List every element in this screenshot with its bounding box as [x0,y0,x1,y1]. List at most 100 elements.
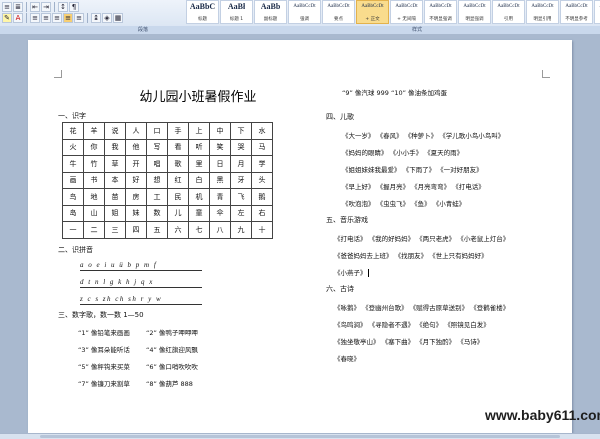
section-heading-pinyin: 二、识拼音 [58,246,93,254]
grid-cell: 写 [146,138,168,156]
grid-cell: 口 [146,122,168,140]
grid-cell: 白 [188,171,210,189]
line-spacing-icon[interactable]: ↨ [91,13,101,23]
bullets-icon[interactable]: ≡ [2,2,12,12]
character-grid: 花羊说人口手上中下水火你我他写看听笑哭马牛竹草开唱歌里日月学画书本好想红白黑牙头… [62,122,273,239]
grid-cell: 红 [167,171,189,189]
toolbar-row-bottom: ✎ A ≡ ≡ ≡ ≡ ≡ ↨ ◈ ▦ [2,13,123,24]
style-tile[interactable]: AaBbC 标题 [186,0,219,24]
highlight-icon[interactable]: ✎ [2,13,12,23]
font-color-icon[interactable]: A [13,13,23,23]
increase-indent-icon[interactable]: ⇥ [41,2,51,12]
grid-cell: 青 [209,188,231,206]
grid-cell: 民 [167,188,189,206]
style-tile[interactable]: AaBbCcDt 引用 [492,0,525,24]
section-heading-characters: 一、识字 [58,112,86,120]
poem-line: 《鸟鸣涧》 《寻隐者不遇》 《绝句》 《照镜见白发》 [334,321,490,329]
poem-line: 《咏鹅》 《登幽州台歌》 《赋得古原草送别》 《登鹳雀楼》 [334,304,510,312]
style-name: 副标题 [263,17,278,22]
style-tile[interactable]: AaBbCcDt 明显强调 [458,0,491,24]
style-tile[interactable]: AaBbCcDt 不明显参考 [560,0,593,24]
style-sample: AaBbCcDt [395,4,418,9]
style-tile[interactable]: AaBbCcDt明显参考 [594,0,600,24]
style-name: + 无间隔 [397,17,416,22]
grid-cell: 四 [125,221,147,239]
grid-row: 画书本好想红白黑牙头 [62,171,273,189]
grid-cell: 房 [125,188,147,206]
style-tile[interactable]: AaBbCcDt 要点 [322,0,355,24]
styles-gallery: AaBbC 标题 AaBł 标题 1 AaBb 副标题 AaBbCcDt 强调 AaBbCcDt… [186,0,600,26]
document-workspace[interactable]: 幼儿园小班暑假作业 一、识字 花羊说人口手上中下水火你我他写看听笑哭马牛竹草开唱… [0,35,600,433]
document-page[interactable]: 幼儿园小班暑假作业 一、识字 花羊说人口手上中下水火你我他写看听笑哭马牛竹草开唱… [28,40,572,433]
grid-cell: 画 [62,171,84,189]
grid-cell: 七 [188,221,210,239]
align-center-icon[interactable]: ≡ [41,13,51,23]
grid-cell: 二 [83,221,105,239]
grid-cell: 说 [104,122,126,140]
show-marks-icon[interactable]: ¶ [69,2,79,12]
grid-cell: 机 [188,188,210,206]
style-tile[interactable]: AaBbCcDt 不明显强调 [424,0,457,24]
grid-cell: 一 [62,221,84,239]
song-list-line: 《妈妈的眼睛》 《小小手》 《夏天的雨》 [342,149,464,157]
grid-cell: 笑 [209,138,231,156]
style-tile[interactable]: AaBbCcDt 明显引用 [526,0,559,24]
style-tile[interactable]: AaBbCcDt 强调 [288,0,321,24]
sort-icon[interactable]: ↕ [58,2,68,12]
grid-cell: 数 [146,204,168,222]
watermark-text: www.baby611.com [485,407,600,423]
grid-cell: 八 [209,221,231,239]
distribute-icon[interactable]: ≡ [74,13,84,23]
grid-cell: 牛 [62,155,84,173]
grid-cell: 十 [251,221,273,239]
grid-cell: 鹅 [251,188,273,206]
style-sample: AaBbCcDt [463,4,486,9]
grid-cell: 下 [230,122,252,140]
crop-mark-top-left [54,70,62,78]
grid-cell: 唱 [146,155,168,173]
grid-cell: 三 [104,221,126,239]
style-sample: AaBbCcDt [361,4,384,9]
grid-cell: 九 [230,221,252,239]
grid-cell: 里 [188,155,210,173]
decrease-indent-icon[interactable]: ⇤ [30,2,40,12]
grid-cell: 我 [104,138,126,156]
style-tile[interactable]: AaBbCcDt + 正文 [356,0,389,24]
numbering-icon[interactable]: ≣ [13,2,23,12]
grid-cell: 儿 [167,204,189,222]
ribbon-group-labels: 段落 样式 [0,26,600,34]
number-song-continued: “9” 像汽球 999 “10” 像油条加鸡蛋 [342,89,448,97]
justify-icon[interactable]: ≡ [63,13,73,23]
grid-cell: 月 [230,155,252,173]
grid-cell: 歌 [167,155,189,173]
grid-cell: 童 [188,204,210,222]
paragraph-group-label: 段落 [138,27,149,33]
music-game-line: 《小燕子》 [334,267,369,277]
align-left-icon[interactable]: ≡ [30,13,40,23]
style-tile[interactable]: AaBł 标题 1 [220,0,253,24]
grid-row: 火你我他写看听笑哭马 [62,138,273,156]
section-heading-music-games: 五、音乐游戏 [326,216,368,224]
grid-cell: 鸟 [62,188,84,206]
scrollbar-thumb[interactable] [40,435,560,438]
pinyin-line: d t n l g k h j q x [80,278,202,288]
style-name: 标题 [198,17,207,22]
poem-line: 《春晓》 [334,355,360,363]
grid-cell: 右 [251,204,273,222]
style-tile[interactable]: AaBbCcDt + 无间隔 [390,0,423,24]
song-list-line: 《吹泡泡》 《虫虫飞》 《鱼》 《小青蛙》 [342,200,466,208]
number-song-item: “4” 像红旗迎风飘 [146,346,198,354]
grid-row: 一二三四五六七八九十 [62,221,273,239]
grid-cell: 想 [146,171,168,189]
ribbon: ≡ ≣ ⇤ ⇥ ↕ ¶ ✎ A ≡ ≡ ≡ ≡ ≡ ↨ ◈ ▦ AaBbC 标题 A… [0,0,600,34]
grid-cell: 苗 [104,188,126,206]
music-game-item: 《小燕子》 [334,269,367,277]
number-song-item: “2” 像鸭子呷呷呷 [146,329,198,337]
style-sample: AaBł [227,2,246,11]
horizontal-scrollbar[interactable] [0,433,600,439]
shading-icon[interactable]: ◈ [102,13,112,23]
borders-icon[interactable]: ▦ [113,13,123,23]
style-tile[interactable]: AaBb 副标题 [254,0,287,24]
align-right-icon[interactable]: ≡ [52,13,62,23]
number-song-item: “5” 像秤钩来买菜 [78,363,130,371]
